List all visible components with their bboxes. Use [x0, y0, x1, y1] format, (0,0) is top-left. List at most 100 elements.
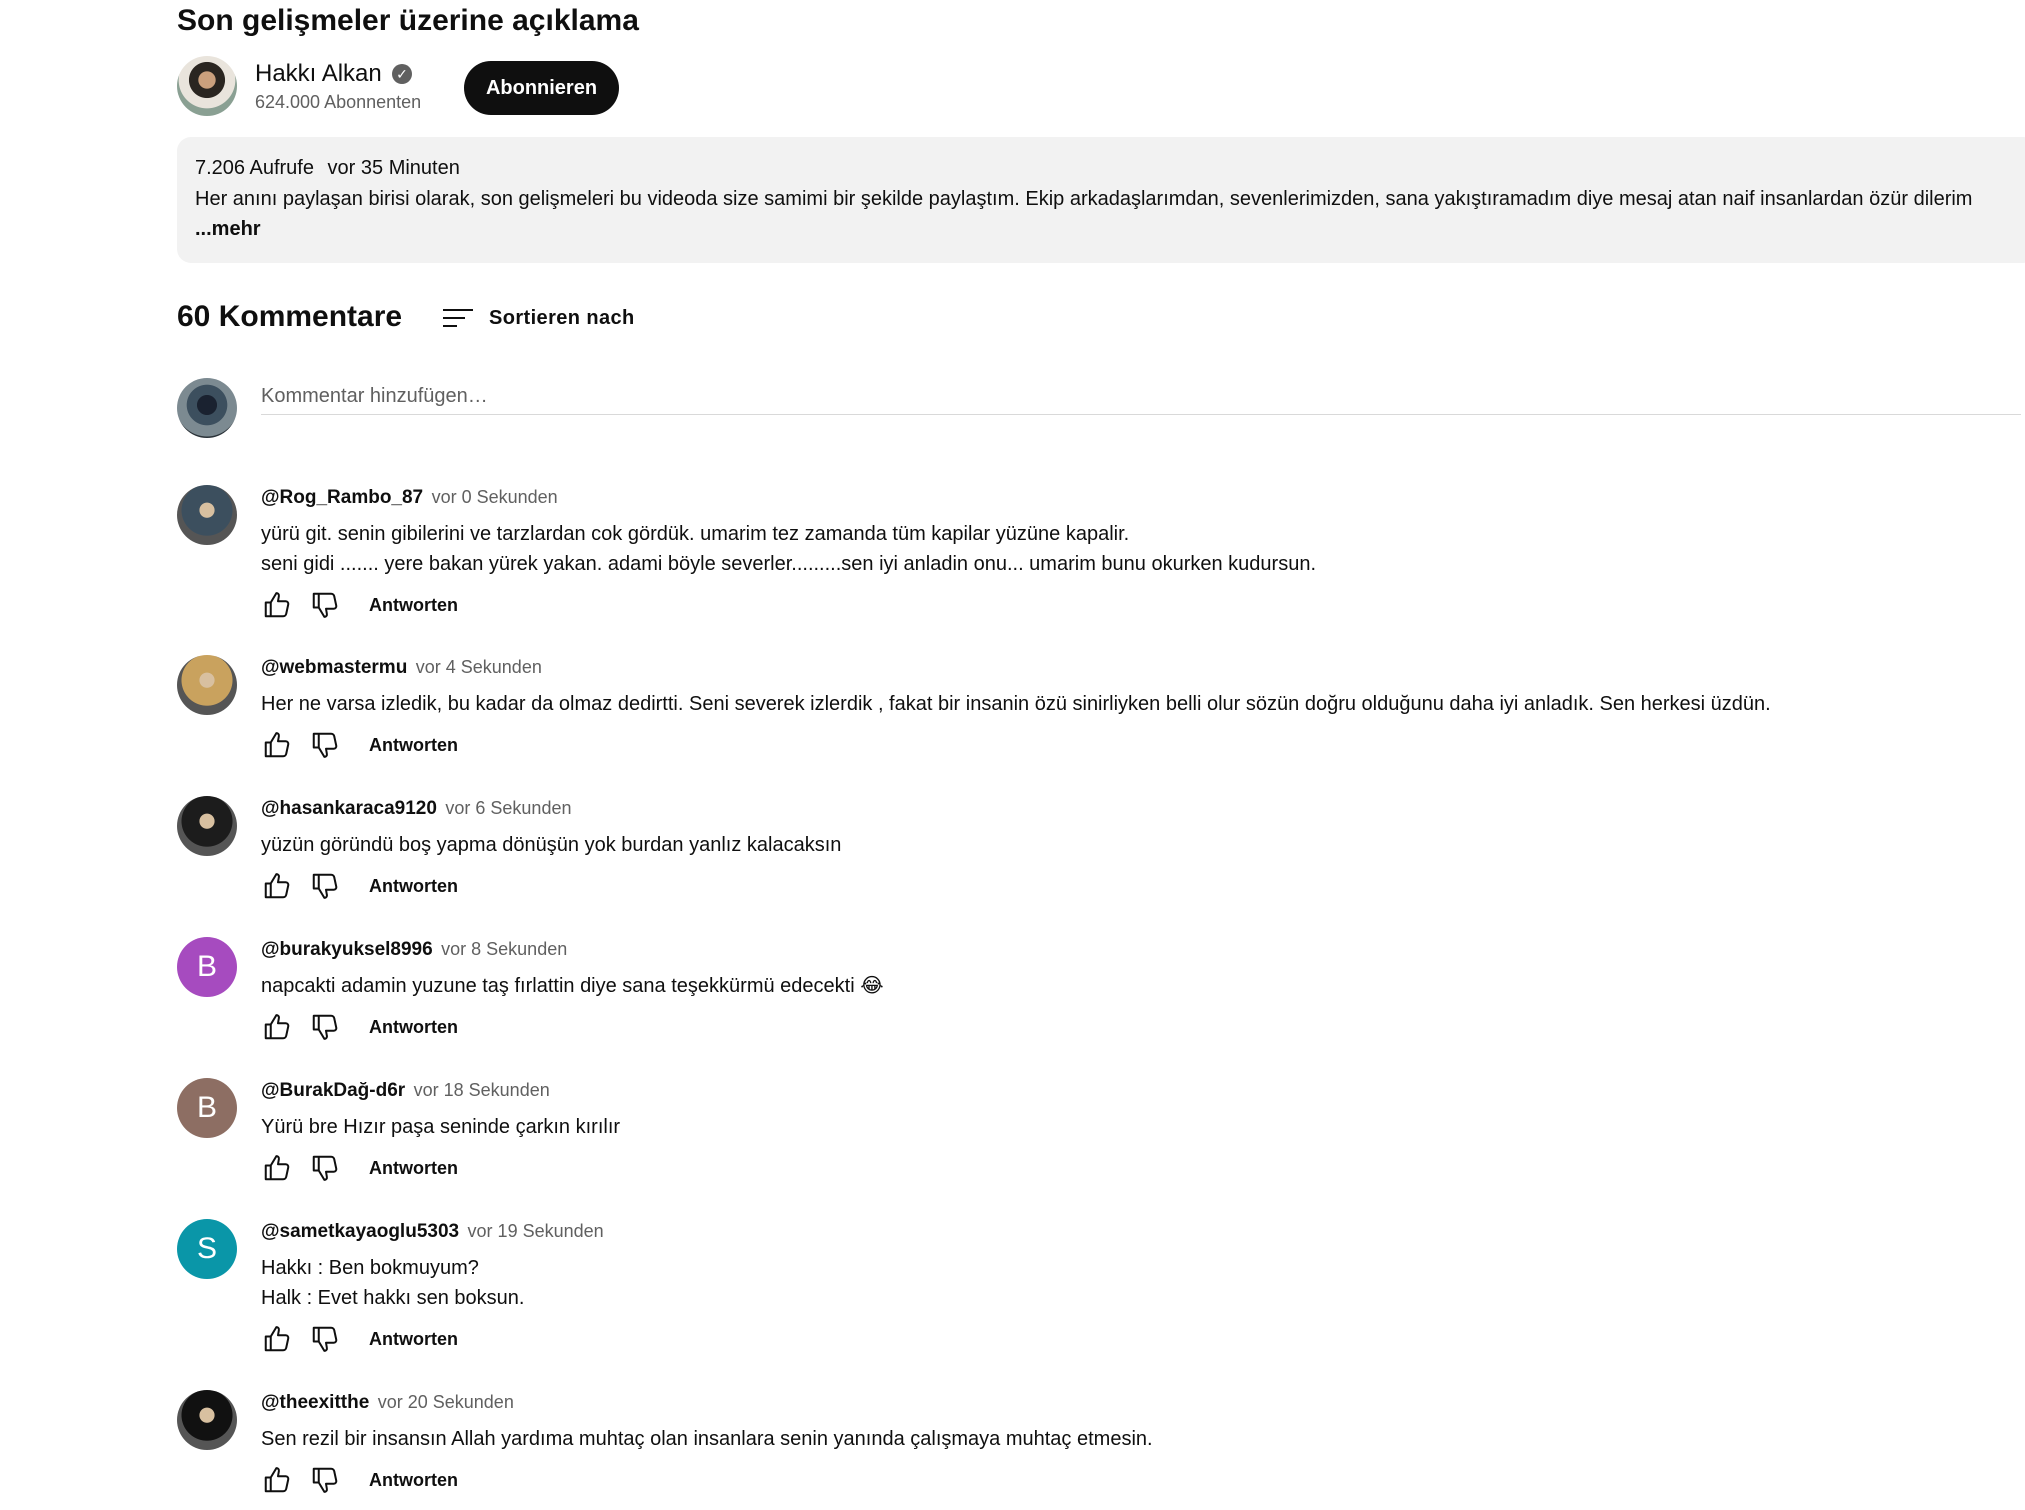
comment-actions: Antworten: [257, 1007, 458, 1047]
comment-actions: Antworten: [257, 866, 458, 906]
like-button[interactable]: [257, 725, 297, 765]
comment-author[interactable]: @theexitthe: [261, 1392, 369, 1413]
upload-age: vor 35 Minuten: [327, 157, 460, 179]
comment-text: Sen rezil bir insansın Allah yardıma muh…: [261, 1428, 1153, 1450]
like-icon: [262, 1012, 292, 1042]
reply-button[interactable]: Antworten: [369, 1329, 458, 1350]
comment-text: yüzün göründü boş yapma dönüşün yok burd…: [261, 834, 842, 856]
reply-button[interactable]: Antworten: [369, 1470, 458, 1491]
comment-time[interactable]: vor 20 Sekunden: [378, 1392, 514, 1412]
reply-button[interactable]: Antworten: [369, 735, 458, 756]
like-button[interactable]: [257, 1148, 297, 1188]
comment-author[interactable]: @webmastermu: [261, 657, 407, 678]
comment: @webmastermu vor 4 Sekunden Her ne varsa…: [177, 655, 2025, 775]
comment-header: @Rog_Rambo_87 vor 0 Sekunden: [261, 487, 558, 509]
comment-avatar[interactable]: [177, 655, 237, 715]
reply-button[interactable]: Antworten: [369, 1017, 458, 1038]
add-comment-row: [177, 378, 2025, 438]
comment-author[interactable]: @hasankaraca9120: [261, 798, 437, 819]
view-count: 7.206 Aufrufe: [195, 157, 314, 179]
comment-time[interactable]: vor 0 Sekunden: [432, 487, 558, 507]
comment-time[interactable]: vor 8 Sekunden: [441, 939, 567, 959]
comment-text: Hakkı : Ben bokmuyum? Halk : Evet hakkı …: [261, 1257, 525, 1309]
comment-time[interactable]: vor 4 Sekunden: [416, 657, 542, 677]
comment-avatar[interactable]: [177, 796, 237, 856]
comment: @theexitthe vor 20 Sekunden Sen rezil bi…: [177, 1390, 2025, 1510]
subscriber-count: 624.000 Abonnenten: [255, 92, 422, 112]
channel-owner-row: Hakkı Alkan ✓ 624.000 Abonnenten Abonnie…: [177, 56, 977, 116]
comment-time[interactable]: vor 19 Sekunden: [468, 1221, 604, 1241]
video-title: Son gelişmeler üzerine açıklama: [177, 4, 639, 37]
sort-icon: [443, 306, 473, 330]
dislike-button[interactable]: [305, 1148, 345, 1188]
comment-time[interactable]: vor 18 Sekunden: [414, 1080, 550, 1100]
like-icon: [262, 1465, 292, 1495]
reply-button[interactable]: Antworten: [369, 876, 458, 897]
dislike-button[interactable]: [305, 1460, 345, 1500]
comment-header: @BurakDağ-d6r vor 18 Sekunden: [261, 1080, 550, 1102]
sort-label: Sortieren nach: [489, 306, 635, 329]
dislike-button[interactable]: [305, 725, 345, 765]
dislike-icon: [310, 1465, 340, 1495]
comment-author[interactable]: @BurakDağ-d6r: [261, 1080, 405, 1101]
reply-button[interactable]: Antworten: [369, 595, 458, 616]
comment-header: @sametkayaoglu5303 vor 19 Sekunden: [261, 1221, 604, 1243]
comment-header: @webmastermu vor 4 Sekunden: [261, 657, 542, 679]
comment-actions: Antworten: [257, 1460, 458, 1500]
reply-button[interactable]: Antworten: [369, 1158, 458, 1179]
channel-avatar[interactable]: [177, 56, 237, 116]
comment-text: napcakti adamin yuzune taş fırlattin diy…: [261, 975, 884, 997]
comment-header: @hasankaraca9120 vor 6 Sekunden: [261, 798, 571, 820]
comments-header: 60 Kommentare Sortieren nach: [177, 300, 977, 340]
comment: B @burakyuksel8996 vor 8 Sekunden napcak…: [177, 937, 2025, 1057]
comment-author[interactable]: @sametkayaoglu5303: [261, 1221, 459, 1242]
dislike-button[interactable]: [305, 585, 345, 625]
dislike-button[interactable]: [305, 1007, 345, 1047]
comment-text: yürü git. senin gibilerini ve tarzlardan…: [261, 523, 1316, 575]
like-button[interactable]: [257, 1460, 297, 1500]
comment: @Rog_Rambo_87 vor 0 Sekunden yürü git. s…: [177, 485, 2025, 635]
dislike-icon: [310, 730, 340, 760]
dislike-icon: [310, 590, 340, 620]
comment-count: 60 Kommentare: [177, 300, 403, 333]
comment-header: @burakyuksel8996 vor 8 Sekunden: [261, 939, 567, 961]
comment-avatar[interactable]: B: [177, 937, 237, 997]
comment-avatar[interactable]: [177, 485, 237, 545]
dislike-button[interactable]: [305, 866, 345, 906]
comment-time[interactable]: vor 6 Sekunden: [445, 798, 571, 818]
comment-actions: Antworten: [257, 585, 458, 625]
comment-actions: Antworten: [257, 1148, 458, 1188]
dislike-button[interactable]: [305, 1319, 345, 1359]
comment-header: @theexitthe vor 20 Sekunden: [261, 1392, 514, 1414]
comment: @hasankaraca9120 vor 6 Sekunden yüzün gö…: [177, 796, 2025, 916]
my-avatar[interactable]: [177, 378, 237, 438]
like-icon: [262, 590, 292, 620]
comment-author[interactable]: @Rog_Rambo_87: [261, 487, 423, 508]
comment-text: Her ne varsa izledik, bu kadar da olmaz …: [261, 693, 1771, 715]
like-icon: [262, 730, 292, 760]
like-button[interactable]: [257, 585, 297, 625]
comment-avatar[interactable]: [177, 1390, 237, 1450]
description-meta: 7.206 Aufrufe vor 35 Minuten: [195, 157, 460, 180]
sort-button[interactable]: Sortieren nach: [443, 301, 635, 335]
description-box[interactable]: 7.206 Aufrufe vor 35 Minuten Her anını p…: [177, 137, 2025, 263]
description-text: Her anını paylaşan birisi olarak, son ge…: [195, 188, 1973, 210]
subscribe-button[interactable]: Abonnieren: [464, 61, 619, 115]
comment-avatar[interactable]: S: [177, 1219, 237, 1279]
dislike-icon: [310, 1324, 340, 1354]
like-button[interactable]: [257, 1319, 297, 1359]
add-comment-input[interactable]: [261, 378, 2021, 415]
comment: S @sametkayaoglu5303 vor 19 Sekunden Hak…: [177, 1219, 2025, 1369]
like-button[interactable]: [257, 866, 297, 906]
channel-name[interactable]: Hakkı Alkan: [255, 60, 382, 88]
dislike-icon: [310, 871, 340, 901]
like-icon: [262, 871, 292, 901]
like-icon: [262, 1153, 292, 1183]
comment-avatar[interactable]: B: [177, 1078, 237, 1138]
dislike-icon: [310, 1153, 340, 1183]
like-icon: [262, 1324, 292, 1354]
comment-author[interactable]: @burakyuksel8996: [261, 939, 433, 960]
dislike-icon: [310, 1012, 340, 1042]
show-more-link[interactable]: ...mehr: [195, 218, 261, 241]
like-button[interactable]: [257, 1007, 297, 1047]
